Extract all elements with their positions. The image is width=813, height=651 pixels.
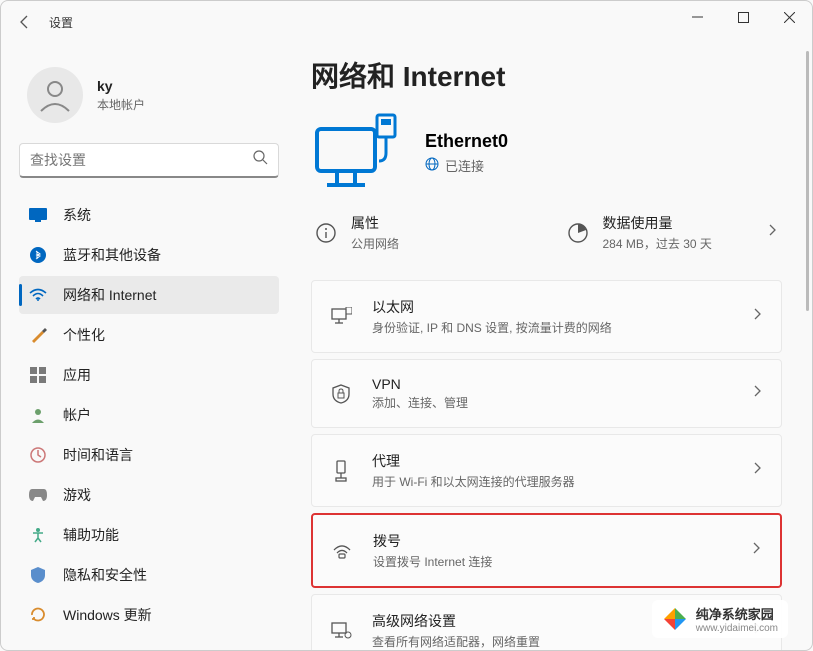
chevron-right-icon xyxy=(753,461,763,480)
sidebar-item-label: 个性化 xyxy=(63,325,105,345)
setting-sub: 设置拨号 Internet 连接 xyxy=(373,553,492,570)
setting-title: 高级网络设置 xyxy=(372,611,540,631)
sidebar-item-label: 隐私和安全性 xyxy=(63,565,147,585)
advanced-network-icon xyxy=(330,620,352,642)
dialup-icon xyxy=(331,540,353,562)
main-content: 网络和 Internet Ethernet0 已连接 xyxy=(291,43,812,650)
sidebar-item-gaming[interactable]: 游戏 xyxy=(19,476,279,514)
setting-title: 拨号 xyxy=(373,531,492,551)
clock-globe-icon xyxy=(29,446,47,464)
setting-title: 代理 xyxy=(372,451,575,471)
setting-ethernet[interactable]: 以太网 身份验证, IP 和 DNS 设置, 按流量计费的网络 xyxy=(311,280,782,353)
watermark-url: www.yidaimei.com xyxy=(696,623,778,634)
setting-sub: 用于 Wi-Fi 和以太网连接的代理服务器 xyxy=(372,473,575,490)
quick-sub: 公用网络 xyxy=(351,235,399,252)
connection-name: Ethernet0 xyxy=(425,131,508,152)
user-name: ky xyxy=(97,78,145,94)
sidebar-item-label: 蓝牙和其他设备 xyxy=(63,245,161,265)
sidebar-item-label: 辅助功能 xyxy=(63,525,119,545)
apps-icon xyxy=(29,366,47,384)
window-controls xyxy=(674,1,812,33)
close-button[interactable] xyxy=(766,1,812,33)
setting-vpn[interactable]: VPN 添加、连接、管理 xyxy=(311,359,782,428)
properties-link[interactable]: 属性 公用网络 xyxy=(315,213,527,252)
sidebar-item-label: 网络和 Internet xyxy=(63,285,156,305)
page-title: 网络和 Internet xyxy=(311,55,782,95)
search-box[interactable] xyxy=(19,143,279,178)
back-button[interactable] xyxy=(9,6,41,38)
quick-sub: 284 MB，过去 30 天 xyxy=(603,235,712,252)
sidebar-item-label: 系统 xyxy=(63,205,91,225)
monitor-ethernet-icon xyxy=(311,113,401,193)
gamepad-icon xyxy=(29,486,47,504)
sidebar-item-personalization[interactable]: 个性化 xyxy=(19,316,279,354)
setting-sub: 添加、连接、管理 xyxy=(372,394,468,411)
proxy-icon xyxy=(330,460,352,482)
sidebar-item-apps[interactable]: 应用 xyxy=(19,356,279,394)
avatar-icon xyxy=(35,75,75,115)
info-icon xyxy=(315,222,337,244)
chevron-right-icon xyxy=(753,307,763,326)
wifi-icon xyxy=(29,286,47,304)
setting-dialup[interactable]: 拨号 设置拨号 Internet 连接 xyxy=(311,513,782,588)
quick-title: 属性 xyxy=(351,213,399,233)
minimize-button[interactable] xyxy=(674,1,720,33)
watermark: 纯净系统家园 www.yidaimei.com xyxy=(652,600,788,638)
data-usage-link[interactable]: 数据使用量 284 MB，过去 30 天 xyxy=(567,213,779,252)
user-type: 本地帐户 xyxy=(97,96,145,113)
sidebar-item-privacy[interactable]: 隐私和安全性 xyxy=(19,556,279,594)
data-usage-icon xyxy=(567,222,589,244)
system-icon xyxy=(29,206,47,224)
connection-status-card: Ethernet0 已连接 xyxy=(311,113,782,193)
app-title: 设置 xyxy=(49,14,73,31)
chevron-right-icon xyxy=(753,384,763,403)
setting-title: VPN xyxy=(372,376,468,392)
brush-icon xyxy=(29,326,47,344)
chevron-right-icon xyxy=(752,541,762,560)
search-input[interactable] xyxy=(30,152,253,168)
setting-title: 以太网 xyxy=(372,297,612,317)
setting-proxy[interactable]: 代理 用于 Wi-Fi 和以太网连接的代理服务器 xyxy=(311,434,782,507)
bluetooth-icon xyxy=(29,246,47,264)
maximize-button[interactable] xyxy=(720,1,766,33)
user-area[interactable]: ky 本地帐户 xyxy=(19,51,279,143)
update-icon xyxy=(29,606,47,624)
sidebar-item-time[interactable]: 时间和语言 xyxy=(19,436,279,474)
sidebar-item-label: 游戏 xyxy=(63,485,91,505)
person-icon xyxy=(29,406,47,424)
sidebar-item-network[interactable]: 网络和 Internet xyxy=(19,276,279,314)
lock-shield-icon xyxy=(330,383,352,405)
sidebar-item-bluetooth[interactable]: 蓝牙和其他设备 xyxy=(19,236,279,274)
setting-sub: 身份验证, IP 和 DNS 设置, 按流量计费的网络 xyxy=(372,319,612,336)
sidebar-item-accessibility[interactable]: 辅助功能 xyxy=(19,516,279,554)
connection-status: 已连接 xyxy=(445,156,484,175)
watermark-title: 纯净系统家园 xyxy=(696,604,778,623)
quick-title: 数据使用量 xyxy=(603,213,712,233)
scrollbar[interactable] xyxy=(804,51,810,451)
avatar xyxy=(27,67,83,123)
sidebar-item-label: 时间和语言 xyxy=(63,445,133,465)
accessibility-icon xyxy=(29,526,47,544)
sidebar-item-update[interactable]: Windows 更新 xyxy=(19,596,279,634)
globe-icon xyxy=(425,157,439,174)
sidebar-item-accounts[interactable]: 帐户 xyxy=(19,396,279,434)
sidebar: ky 本地帐户 系统 蓝牙和其他设备 网络和 Internet 个性化 xyxy=(1,43,291,650)
scroll-thumb[interactable] xyxy=(806,51,809,311)
setting-sub: 查看所有网络适配器，网络重置 xyxy=(372,633,540,650)
sidebar-item-label: 帐户 xyxy=(63,405,91,425)
watermark-logo-icon xyxy=(662,606,688,632)
sidebar-item-label: 应用 xyxy=(63,365,91,385)
titlebar: 设置 xyxy=(1,1,812,43)
shield-icon xyxy=(29,566,47,584)
chevron-right-icon xyxy=(768,223,778,242)
sidebar-item-label: Windows 更新 xyxy=(63,605,152,625)
ethernet-icon xyxy=(330,306,352,328)
search-icon xyxy=(253,150,268,170)
sidebar-item-system[interactable]: 系统 xyxy=(19,196,279,234)
back-arrow-icon xyxy=(17,14,33,30)
